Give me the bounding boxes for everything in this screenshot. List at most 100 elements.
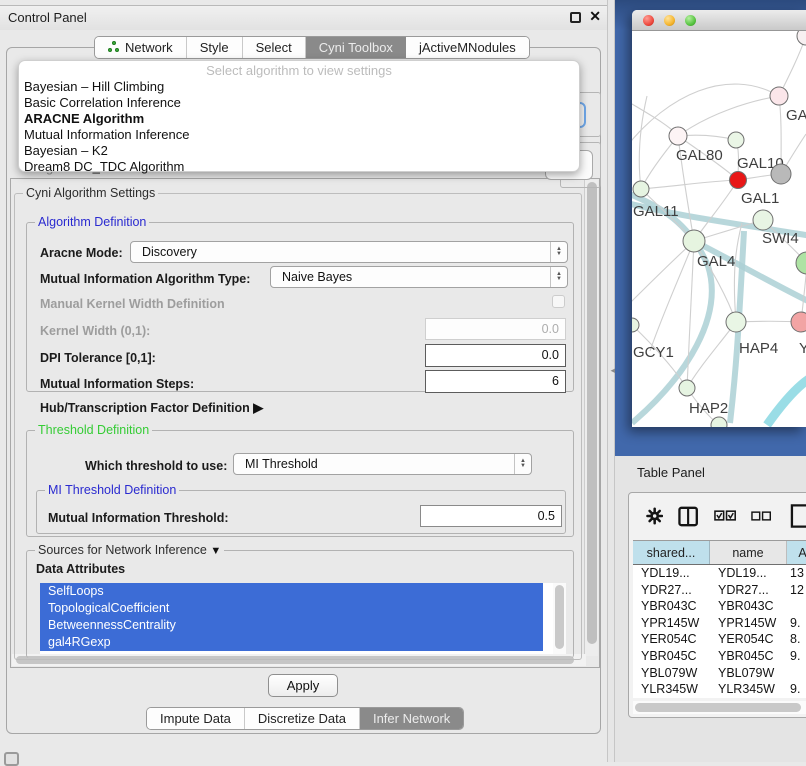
table-cell: YDL19... [633, 565, 710, 582]
group-title: Threshold Definition [35, 423, 152, 437]
gear-icon[interactable] [646, 507, 663, 525]
close-traffic-light-icon[interactable] [643, 15, 654, 26]
scrollbar-thumb[interactable] [555, 585, 564, 649]
dropdown-placeholder[interactable]: Select algorithm to view settings [19, 63, 579, 79]
which-threshold-value: MI Threshold [245, 457, 318, 471]
sources-expander[interactable]: Sources for Network Inference ▼ [35, 543, 224, 557]
network-node-gal4[interactable] [683, 230, 705, 252]
network-node[interactable] [711, 417, 727, 427]
aracne-mode-combobox[interactable]: Discovery ▲▼ [130, 241, 568, 263]
network-node-hap4[interactable] [726, 312, 746, 332]
tab-label: Infer Network [373, 711, 450, 726]
dropdown-item[interactable]: Dream8 DC_TDC Algorithm [19, 159, 579, 175]
node-label: GAL11 [633, 203, 679, 220]
node-label: SWI4 [762, 230, 799, 247]
combo-arrows-icon: ▲▼ [550, 267, 567, 287]
tab-select[interactable]: Select [243, 37, 306, 58]
dropdown-item[interactable]: ARACNE Algorithm [19, 111, 579, 127]
mi-threshold-field[interactable]: 0.5 [420, 505, 562, 527]
dpi-tolerance-field[interactable]: 0.0 [425, 344, 566, 367]
minimize-traffic-light-icon[interactable] [664, 15, 675, 26]
network-tree-icon [108, 41, 120, 54]
dropdown-item[interactable]: Mutual Information Inference [19, 127, 579, 143]
tab-style[interactable]: Style [187, 37, 243, 58]
scrollbar-thumb[interactable] [587, 182, 597, 644]
select-all-checkboxes-icon[interactable] [714, 510, 736, 522]
table-horizontal-scrollbar[interactable] [633, 701, 806, 714]
close-icon[interactable]: ✕ [589, 8, 601, 25]
mi-type-combobox[interactable]: Naive Bayes ▲▼ [270, 266, 568, 288]
network-node-gal80[interactable] [669, 127, 687, 145]
table-row[interactable]: YLR345WYLR345W9. [633, 681, 806, 698]
table-export-icon[interactable] [790, 502, 806, 530]
apply-button[interactable]: Apply [268, 674, 338, 697]
tab-cyni-toolbox[interactable]: Cyni Toolbox [306, 37, 406, 58]
table-row[interactable]: YBL079WYBL079W [633, 665, 806, 682]
network-node-y[interactable] [791, 312, 806, 332]
split-pane-divider[interactable]: ◄ [607, 0, 615, 762]
which-threshold-combobox[interactable]: MI Threshold ▲▼ [233, 453, 532, 475]
tab-label: Select [256, 40, 292, 55]
tab-impute-data[interactable]: Impute Data [147, 708, 245, 729]
table-row[interactable]: YBR045CYBR045C9. [633, 648, 806, 665]
column-header-shared[interactable]: shared... [633, 541, 710, 564]
table-row[interactable]: YPR145WYPR145W9. [633, 615, 806, 632]
attribute-list-item[interactable]: SelfLoops [40, 583, 543, 600]
hub-definition-expander[interactable]: Hub/Transcription Factor Definition ▶ [40, 400, 263, 416]
docked-panel-icon[interactable] [4, 752, 19, 766]
table-row[interactable]: YBR043CYBR043C [633, 598, 806, 615]
network-node-hap2[interactable] [679, 380, 695, 396]
data-attributes-list[interactable]: SelfLoopsTopologicalCoefficientBetweenne… [40, 583, 566, 654]
network-node[interactable] [797, 31, 806, 45]
network-node-gal11[interactable] [633, 181, 649, 197]
table-toolbar [629, 493, 806, 539]
tab-jactivemnodules[interactable]: jActiveMNodules [406, 37, 529, 58]
tab-infer-network[interactable]: Infer Network [360, 708, 463, 729]
tab-label: Style [200, 40, 229, 55]
attribute-list-item[interactable]: gal4RGexp [40, 634, 543, 651]
table-cell: YBR043C [633, 598, 710, 615]
network-graph-canvas[interactable]: GALGAL80GAL10GAL1GAL11GAL4SWI4GCY1HAP4YH… [632, 31, 806, 427]
network-node-swi4[interactable] [753, 210, 773, 230]
network-edge [779, 36, 806, 96]
vertical-scrollbar[interactable] [584, 180, 598, 656]
tab-discretize-data[interactable]: Discretize Data [245, 708, 360, 729]
network-node-gcy1[interactable] [632, 318, 639, 332]
network-node-gal1[interactable] [730, 172, 747, 189]
deselect-checkboxes-icon[interactable] [751, 511, 771, 521]
table-row[interactable]: YER054CYER054C8. [633, 631, 806, 648]
attribute-list-item[interactable]: BetweennessCentrality [40, 617, 543, 634]
network-view-window: GALGAL80GAL10GAL1GAL11GAL4SWI4GCY1HAP4YH… [632, 10, 806, 427]
table-row[interactable]: YDR27...YDR27...12 [633, 582, 806, 599]
table-cell [787, 665, 806, 682]
tab-network[interactable]: Network [95, 37, 187, 58]
dropdown-item[interactable]: Basic Correlation Inference [19, 95, 579, 111]
dropdown-item[interactable]: Bayesian – Hill Climbing [19, 79, 579, 95]
network-window-titlebar[interactable] [632, 10, 806, 31]
scrollbar-thumb[interactable] [635, 703, 801, 712]
tab-label: Impute Data [160, 711, 231, 726]
attribute-list-item[interactable]: TopologicalCoefficient [40, 600, 543, 617]
kernel-width-field[interactable]: 0.0 [425, 318, 566, 340]
network-node[interactable] [771, 164, 791, 184]
desktop-background: GALGAL80GAL10GAL1GAL11GAL4SWI4GCY1HAP4YH… [615, 0, 806, 456]
split-columns-icon[interactable] [678, 506, 698, 527]
aracne-mode-value: Discovery [142, 245, 197, 259]
table-row[interactable]: YDL19...YDL19...13 [633, 565, 806, 582]
table-cell: YLR345W [710, 681, 787, 698]
network-node[interactable] [796, 252, 806, 274]
manual-kernel-checkbox[interactable] [552, 295, 565, 308]
zoom-traffic-light-icon[interactable] [685, 15, 696, 26]
network-node-gal10[interactable] [728, 132, 744, 148]
combo-arrows-icon: ▲▼ [514, 454, 531, 474]
node-label: HAP4 [739, 340, 778, 357]
network-node-gal[interactable] [770, 87, 788, 105]
node-label: GAL80 [676, 147, 723, 164]
mi-steps-field[interactable]: 6 [425, 370, 566, 393]
column-header-A[interactable]: A [787, 541, 806, 564]
list-scrollbar[interactable] [553, 583, 566, 654]
float-window-icon[interactable] [570, 12, 581, 23]
tab-label: Network [125, 40, 173, 55]
column-header-name[interactable]: name [710, 541, 787, 564]
dropdown-item[interactable]: Bayesian – K2 [19, 143, 579, 159]
